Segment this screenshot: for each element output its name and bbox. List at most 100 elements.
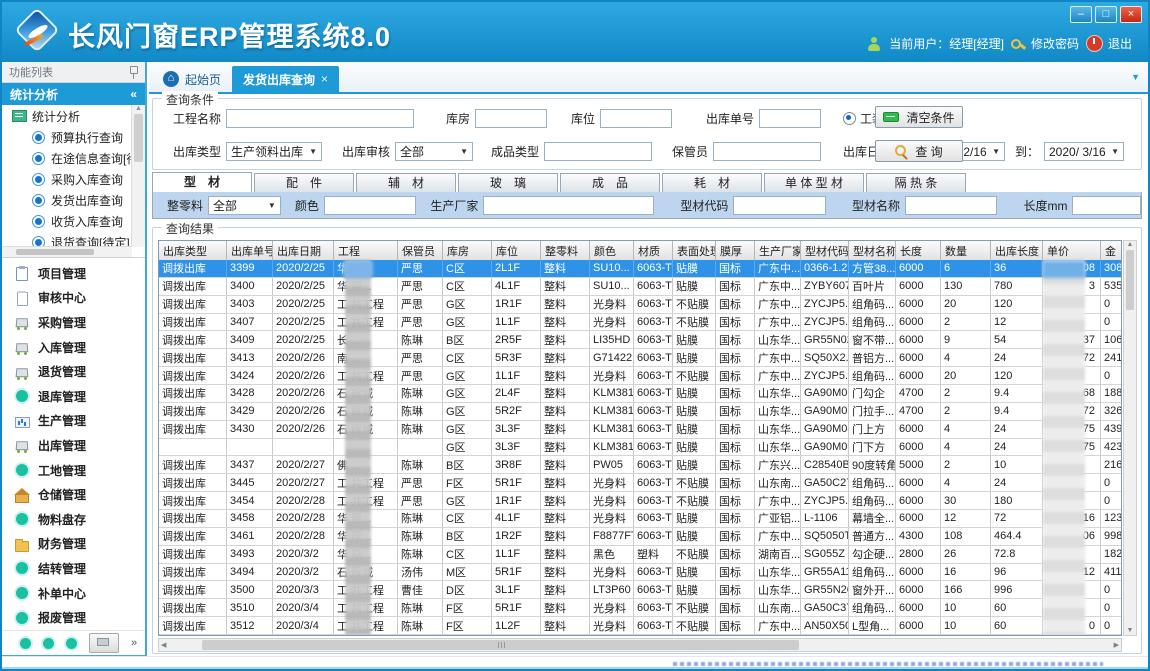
column-header[interactable]: 保管员 xyxy=(398,241,443,260)
column-header[interactable]: 材质 xyxy=(634,241,673,260)
sidebar-item-审核中心[interactable]: 审核中心 xyxy=(2,286,145,311)
table-row[interactable]: 调拨出库34542020/2/28工 共工程严思G区1R1F整料光身料6063-… xyxy=(159,492,1121,510)
column-header[interactable]: 整零料 xyxy=(541,241,590,260)
sidebar-item-入库管理[interactable]: 入库管理 xyxy=(2,335,145,360)
factory-input[interactable] xyxy=(483,196,654,215)
material-tab[interactable]: 辅 材 xyxy=(356,173,456,192)
tab-outbound-query[interactable]: 发货出库查询 × xyxy=(232,66,339,92)
material-tab[interactable]: 配 件 xyxy=(254,173,354,192)
audit-select[interactable]: 全部▼ xyxy=(395,142,473,161)
sidebar-item-项目管理[interactable]: 项目管理 xyxy=(2,261,145,286)
column-header[interactable]: 出库单号 xyxy=(227,241,273,260)
tree-item[interactable]: 预算执行查询 xyxy=(2,127,145,148)
column-header[interactable]: 生产厂家 xyxy=(755,241,801,260)
table-row[interactable]: 调拨出库34452020/2/27工 共工程严思F区5R1F整料光身料6063-… xyxy=(159,474,1121,492)
order-no-input[interactable] xyxy=(759,109,821,128)
table-row[interactable]: 调拨出库35102020/3/4工 共工程陈琳F区5R1F整料光身料6063-T… xyxy=(159,599,1121,617)
close-button[interactable]: × xyxy=(1120,6,1142,23)
project-name-input[interactable] xyxy=(226,109,414,128)
column-header[interactable]: 膜厚 xyxy=(716,241,755,260)
tree-item[interactable]: 发货出库查询 xyxy=(2,190,145,211)
table-row[interactable]: 调拨出库34092020/2/25长 ...陈琳B区2R5F整料LI35HD60… xyxy=(159,331,1121,349)
table-row[interactable]: 调拨出库35002020/3/3工 共工程曹佳D区3L1F整料LT3P60606… xyxy=(159,581,1121,599)
sidebar-item-生产管理[interactable]: 生产管理 xyxy=(2,409,145,434)
profile-code-input[interactable] xyxy=(733,196,826,215)
table-row[interactable]: 调拨出库34942020/3/2石 辉城汤伟M区5R1F整料光身料6063-T5… xyxy=(159,564,1121,582)
column-header[interactable]: 工程 xyxy=(334,241,398,260)
table-row[interactable]: 调拨出库34612020/2/28华 原...陈琳B区1R2F整料F8877FT… xyxy=(159,528,1121,546)
column-header[interactable]: 数量 xyxy=(941,241,991,260)
table-row[interactable]: 调拨出库34282020/2/26石 辉城陈琳G区2L4F整料KLM381760… xyxy=(159,385,1121,403)
tree-vertical-scrollbar[interactable]: ▲ xyxy=(131,105,145,247)
tree-horizontal-scrollbar[interactable] xyxy=(2,246,132,257)
column-header[interactable]: 出库类型 xyxy=(159,241,227,260)
tab-close-icon[interactable]: × xyxy=(321,72,328,86)
sidebar-item-退货管理[interactable]: 退货管理 xyxy=(2,359,145,384)
table-row[interactable]: 调拨出库34292020/2/26石 辉城陈琳G区5R2F整料KLM381760… xyxy=(159,403,1121,421)
sidebar-item-工地管理[interactable]: 工地管理 xyxy=(2,458,145,483)
table-row[interactable]: 调拨出库34372020/2/27佛 ...陈琳B区3R8F整料PW056063… xyxy=(159,456,1121,474)
table-row[interactable]: 调拨出库34072020/2/25工 共工程严思G区1L1F整料光身料6063-… xyxy=(159,314,1121,332)
length-input[interactable] xyxy=(1072,196,1141,215)
table-row[interactable]: 调拨出库34302020/2/26石 辉城陈琳G区3L3F整料KLM381760… xyxy=(159,421,1121,439)
tab-home[interactable]: ⌂ 起始页 xyxy=(152,66,232,92)
change-password-button[interactable]: 修改密码 xyxy=(1011,35,1079,52)
grid-horizontal-scrollbar[interactable]: ◀▶ xyxy=(158,638,1122,652)
sidebar-item-采购管理[interactable]: 采购管理 xyxy=(2,310,145,335)
sidebar-group-header[interactable]: 统计分析 « xyxy=(2,83,145,105)
table-row[interactable]: 调拨出库34132020/2/26南 ...严思C区5R3F整料G7142260… xyxy=(159,349,1121,367)
outbound-type-select[interactable]: 生产领料出库▼ xyxy=(226,142,322,161)
footer-more-button[interactable]: » xyxy=(131,637,137,649)
warehouse-input[interactable] xyxy=(475,109,547,128)
sidebar-item-财务管理[interactable]: 财务管理 xyxy=(2,532,145,557)
sidebar-item-退库管理[interactable]: 退库管理 xyxy=(2,384,145,409)
material-tab[interactable]: 耗 材 xyxy=(662,173,762,192)
sidebar-item-报废管理[interactable]: 报废管理 xyxy=(2,605,145,630)
pin-icon[interactable] xyxy=(130,66,138,79)
footer-dot-icon[interactable] xyxy=(20,638,31,649)
tree-root-item[interactable]: 统计分析 xyxy=(2,105,145,127)
collapse-icon[interactable]: « xyxy=(130,87,137,101)
table-row[interactable]: 调拨出库34582020/2/28华 原...陈琳C区4L1F整料光身料6063… xyxy=(159,510,1121,528)
tree-item[interactable]: 收货入库查询 xyxy=(2,211,145,232)
table-row[interactable]: 调拨出库35122020/3/4工 共工程陈琳F区1L2F整料光身料6063-T… xyxy=(159,617,1121,635)
table-row[interactable]: 调拨出库34242020/2/26工 共工程严思G区1L1F整料光身料6063-… xyxy=(159,367,1121,385)
table-row[interactable]: 调拨出库33992020/2/25华 原...严思C区2L1F整料SU10...… xyxy=(159,260,1121,278)
column-header[interactable]: 出库日期 xyxy=(273,241,334,260)
column-header[interactable]: 单价 xyxy=(1043,241,1101,260)
sidebar-item-仓储管理[interactable]: 仓储管理 xyxy=(2,482,145,507)
column-header[interactable]: 出库长度 xyxy=(991,241,1043,260)
profile-name-input[interactable] xyxy=(905,196,998,215)
table-row[interactable]: 调拨出库34032020/2/25工 共工程严思G区1R1F整料光身料6063-… xyxy=(159,296,1121,314)
minimize-button[interactable]: – xyxy=(1070,6,1092,23)
material-tab[interactable]: 隔 热 条 xyxy=(866,173,966,192)
sidebar-item-物料盘存[interactable]: 物料盘存 xyxy=(2,507,145,532)
logout-button[interactable]: 退出 xyxy=(1086,35,1132,52)
color-input[interactable] xyxy=(324,196,417,215)
sidebar-item-结转管理[interactable]: 结转管理 xyxy=(2,556,145,581)
column-header[interactable]: 表面处理 xyxy=(673,241,716,260)
sidebar-item-出库管理[interactable]: 出库管理 xyxy=(2,433,145,458)
part-type-select[interactable]: 全部▼ xyxy=(208,196,281,215)
table-row[interactable]: G区3L3F整料KLM38176063-T5贴膜国标山东华...GA90M09.… xyxy=(159,439,1121,457)
column-header[interactable]: 长度 xyxy=(896,241,941,260)
maximize-button[interactable]: □ xyxy=(1095,6,1117,23)
keeper-input[interactable] xyxy=(713,142,821,161)
tab-dropdown-icon[interactable]: ▼ xyxy=(1131,72,1140,82)
date-to-select[interactable]: 2020/ 3/16▼ xyxy=(1044,142,1124,161)
column-header[interactable]: 型材代码 xyxy=(801,241,849,260)
tree-item[interactable]: 采购入库查询 xyxy=(2,169,145,190)
material-tab[interactable]: 玻 璃 xyxy=(458,173,558,192)
clear-conditions-button[interactable]: 清空条件 xyxy=(875,106,963,128)
sidebar-item-补单中心[interactable]: 补单中心 xyxy=(2,581,145,606)
column-header[interactable]: 型材名称 xyxy=(849,241,896,260)
material-tab[interactable]: 单 体 型 材 xyxy=(764,173,864,192)
column-header[interactable]: 颜色 xyxy=(590,241,634,260)
footer-dot-icon[interactable] xyxy=(43,638,54,649)
footer-cart-button[interactable] xyxy=(89,633,119,653)
footer-dot-icon[interactable] xyxy=(66,638,77,649)
column-header[interactable]: 库位 xyxy=(492,241,541,260)
table-row[interactable]: 调拨出库34932020/3/2华 原...陈琳C区1L1F整料黑色塑料不贴膜国… xyxy=(159,546,1121,564)
column-header[interactable]: 库房 xyxy=(443,241,492,260)
material-tab[interactable]: 型 材 xyxy=(152,172,252,192)
